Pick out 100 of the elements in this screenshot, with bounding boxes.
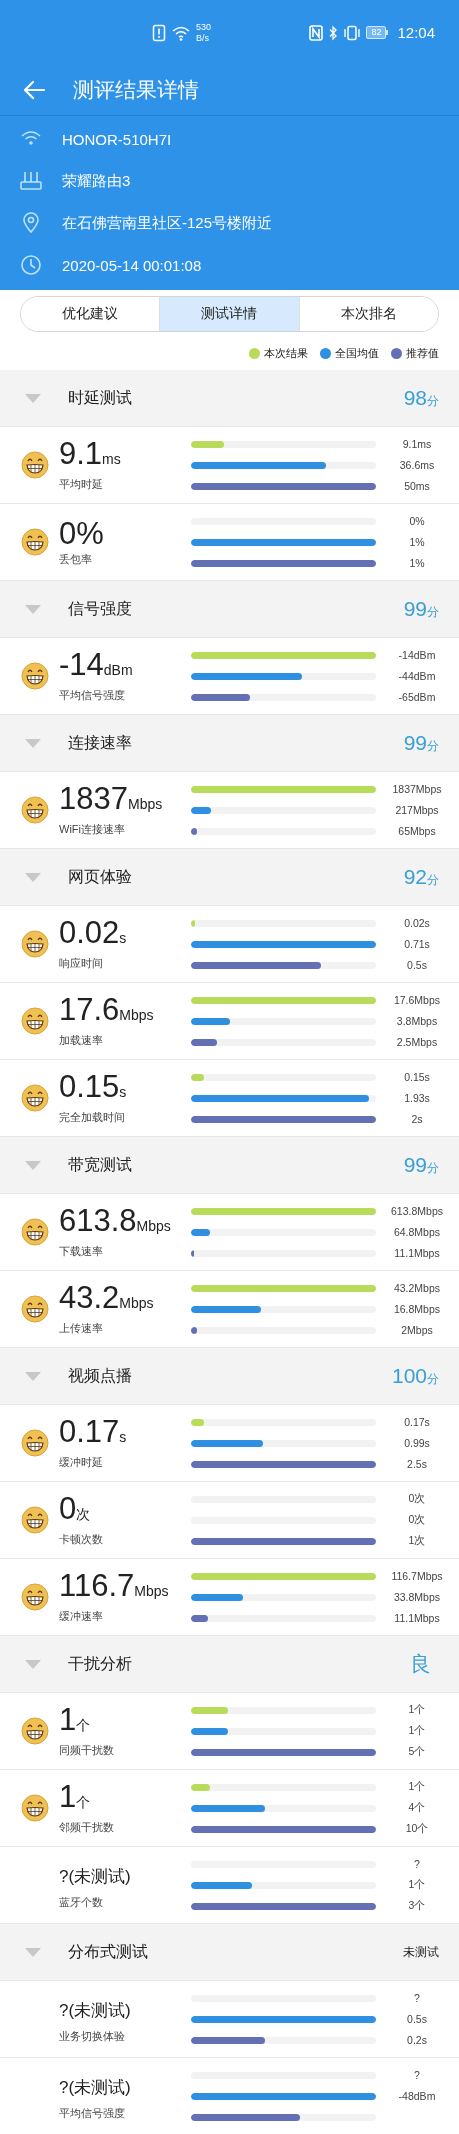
bar-reading: 0次 xyxy=(407,1513,427,1527)
collapse-triangle-icon xyxy=(25,604,41,614)
bar-reading: 9.1ms xyxy=(401,438,433,450)
section-status: 未测试 xyxy=(403,1943,439,1961)
metric-value: 0.17 xyxy=(59,1416,120,1448)
score-unit: 分 xyxy=(427,739,439,755)
metric-unit: Mbps xyxy=(119,1006,154,1025)
section-title: 干扰分析 xyxy=(68,1653,133,1674)
section-header[interactable]: 视频点播 100分 xyxy=(0,1348,459,1405)
bar-reading: 0.15s xyxy=(403,1071,431,1083)
metric-value: ?(未测试) xyxy=(59,1999,131,2022)
router-icon xyxy=(20,170,42,192)
bar-reading: 0.5s xyxy=(406,959,428,971)
tab[interactable]: 优化建议 xyxy=(21,297,161,331)
metric-value: 0.15 xyxy=(59,1071,120,1103)
metric-label: 响应时间 xyxy=(59,956,104,971)
grinning-face-icon xyxy=(21,930,49,958)
collapse-triangle-icon xyxy=(25,1371,41,1381)
collapse-triangle-icon xyxy=(25,393,41,403)
metric-label: 丢包率 xyxy=(59,551,93,567)
section-title: 时延测试 xyxy=(68,387,133,408)
battery-level: 82 xyxy=(366,26,387,39)
metric-unit: s xyxy=(119,1428,127,1447)
bar-reading: 1个 xyxy=(407,1703,427,1717)
bar-reading: 10个 xyxy=(404,1822,430,1836)
section-header[interactable]: 连接速率 99分 xyxy=(0,715,459,772)
bar-reading: 50ms xyxy=(403,480,431,492)
section-header[interactable]: 网页体验 92分 xyxy=(0,849,459,906)
section-score: 98 xyxy=(403,386,427,410)
back-button[interactable] xyxy=(22,79,48,101)
section-header[interactable]: 分布式测试 未测试 xyxy=(0,1924,459,1981)
grinning-face-icon xyxy=(21,1583,49,1611)
grinning-face-icon xyxy=(21,1429,49,1457)
bar-reading: 2Mbps xyxy=(400,1324,434,1336)
metric-unit: 次 xyxy=(76,1506,91,1524)
section-header[interactable]: 信号强度 99分 xyxy=(0,581,459,638)
metric-label: 缓冲时延 xyxy=(59,1455,104,1470)
metric-label: WiFi连接速率 xyxy=(59,822,126,837)
metric-value: 1 xyxy=(59,1704,77,1736)
location-pin-icon xyxy=(20,212,42,234)
bar-reading: 36.6ms xyxy=(398,459,436,471)
bar-reading: 1837Mbps xyxy=(391,783,443,795)
metric-value: 43.2 xyxy=(59,1282,120,1314)
bar-reading: 0% xyxy=(408,515,426,527)
bar-reading: 33.8Mbps xyxy=(392,1591,442,1603)
metric-label: 同频干扰数 xyxy=(59,1743,115,1758)
bar-reading: 0.99s xyxy=(403,1437,431,1449)
bar-reading: -48dBm xyxy=(397,2090,437,2102)
bar-reading: -14dBm xyxy=(397,649,437,661)
metric-unit: Mbps xyxy=(119,1294,154,1313)
section-header[interactable]: 带宽测试 99分 xyxy=(0,1137,459,1194)
metric-value: -14 xyxy=(59,649,104,681)
collapse-triangle-icon xyxy=(25,872,41,882)
bar-reading: 0.17s xyxy=(403,1416,431,1428)
grinning-face-icon xyxy=(21,451,49,479)
metric-label: 平均时延 xyxy=(59,477,104,492)
metric-label: 业务切换体验 xyxy=(59,2028,126,2044)
section-header[interactable]: 时延测试 98分 xyxy=(0,370,459,427)
vibrate-icon xyxy=(343,24,362,41)
metric-value: 613.8 xyxy=(59,1205,137,1237)
metric-label: 缓冲速率 xyxy=(59,1609,104,1624)
bluetooth-icon xyxy=(328,24,339,41)
metric-value: 0 xyxy=(59,1493,77,1525)
bar-reading: 2.5s xyxy=(406,1458,428,1470)
section-score: 良 xyxy=(410,1651,431,1677)
bar-reading: 1次 xyxy=(407,1534,427,1548)
metric-unit: Mbps xyxy=(134,1582,169,1601)
metric-unit: Mbps xyxy=(127,795,163,814)
legend-label: 推荐值 xyxy=(406,346,439,361)
metric-unit: Mbps xyxy=(136,1218,171,1236)
section-title: 网页体验 xyxy=(68,866,133,887)
bar-reading: 0.2s xyxy=(406,2034,428,2046)
metric-label: 卡顿次数 xyxy=(59,1532,104,1547)
grinning-face-icon xyxy=(21,796,49,824)
clock-icon xyxy=(20,254,42,276)
section-score: 100 xyxy=(391,1364,427,1388)
section-header[interactable]: 干扰分析 良 xyxy=(0,1636,459,1693)
clock: 12:04 xyxy=(397,24,435,41)
metric-label: 平均信号强度 xyxy=(59,2105,126,2121)
bar-reading: 65Mbps xyxy=(397,825,437,837)
bar-reading: 613.8Mbps xyxy=(390,1205,444,1217)
metric-value: ?(未测试) xyxy=(59,2076,131,2099)
metric-value: ?(未测试) xyxy=(59,1865,131,1888)
bar-reading: 5个 xyxy=(407,1745,427,1759)
section-score: 99 xyxy=(403,731,427,755)
score-unit: 分 xyxy=(427,605,439,621)
bar-reading: 1个 xyxy=(407,1724,427,1738)
info-text: 2020-05-14 00:01:08 xyxy=(62,256,202,274)
bar-reading: 2.5Mbps xyxy=(395,1036,439,1048)
collapse-triangle-icon xyxy=(25,1659,41,1669)
grinning-face-icon xyxy=(21,1295,49,1323)
bar-reading: 0次 xyxy=(407,1492,427,1506)
grinning-face-icon xyxy=(21,662,49,690)
tab[interactable]: 测试详情 xyxy=(160,297,300,331)
bar-reading: 0.02s xyxy=(403,917,431,929)
bar-reading: 11.1Mbps xyxy=(393,1612,441,1624)
metric-value: 1 xyxy=(59,1781,77,1813)
bar-reading: 217Mbps xyxy=(394,804,440,816)
metric-value: 116.7 xyxy=(59,1570,135,1602)
legend-label: 全国均值 xyxy=(335,346,379,361)
